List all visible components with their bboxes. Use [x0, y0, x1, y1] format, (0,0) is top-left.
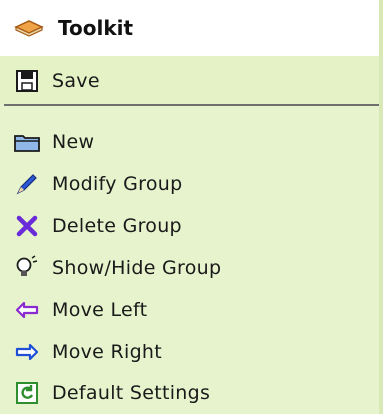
menu-item-label: New — [52, 131, 95, 153]
arrow-right-icon — [14, 339, 40, 365]
folder-icon — [14, 129, 40, 155]
menu-item-move-left[interactable]: Move Left — [0, 289, 379, 331]
menu-item-modify-group[interactable]: Modify Group — [0, 163, 379, 205]
toolkit-panel: Toolkit Save New Modify Group Delete Gro… — [0, 0, 383, 414]
menu-item-label: Modify Group — [52, 173, 183, 195]
pencil-icon — [14, 171, 40, 197]
delete-x-icon — [14, 213, 40, 239]
floppy-disk-icon — [14, 68, 40, 94]
menu-item-move-right[interactable]: Move Right — [0, 331, 379, 373]
toolkit-title: Toolkit — [58, 16, 134, 40]
menu-item-label: Delete Group — [52, 215, 182, 237]
menu-item-label: Show/Hide Group — [52, 257, 222, 279]
menu-item-label: Default Settings — [52, 382, 211, 404]
menu-item-label: Move Left — [52, 299, 148, 321]
refresh-icon — [14, 380, 40, 406]
menu-item-show-hide-group[interactable]: Show/Hide Group — [0, 247, 379, 289]
menu-item-new[interactable]: New — [0, 121, 379, 163]
menu-item-default-settings[interactable]: Default Settings — [0, 372, 379, 414]
lightbulb-icon — [14, 255, 40, 281]
toolkit-header: Toolkit — [0, 0, 379, 56]
menu-item-delete-group[interactable]: Delete Group — [0, 205, 379, 247]
menu-divider — [4, 104, 379, 106]
arrow-left-icon — [14, 297, 40, 323]
menu-item-label: Move Right — [52, 341, 163, 363]
menu-item-save[interactable]: Save — [0, 60, 379, 102]
book-icon — [14, 18, 44, 38]
menu-item-label: Save — [52, 70, 100, 92]
